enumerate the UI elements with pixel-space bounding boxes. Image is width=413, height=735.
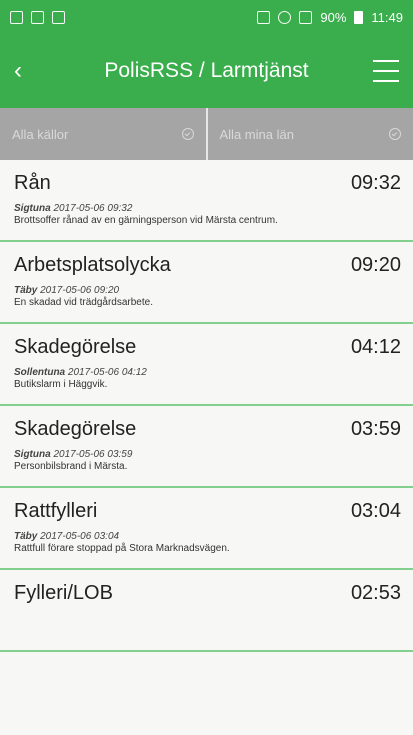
dropdown-circle-icon [181, 128, 194, 140]
event-description: Brottsoffer rånad av en gärningsperson v… [14, 215, 278, 226]
event-datetime: 2017-05-06 03:59 [53, 449, 133, 460]
nfc-icon [257, 10, 271, 24]
county-filter-label: Alla mina län [219, 126, 294, 142]
event-description: Personbilsbrand i Märsta. [14, 461, 128, 472]
event-time: 03:59 [350, 418, 401, 440]
filter-bar: Alla källor Alla mina län [0, 108, 413, 160]
image-icon [52, 10, 65, 24]
battery-icon [354, 10, 364, 24]
list-item[interactable]: Arbetsplatsolycka 09:20 Täby 2017-05-06 … [0, 242, 413, 324]
event-title: Rattfylleri [14, 500, 98, 522]
event-time: 02:53 [350, 582, 401, 604]
status-left-icons [10, 10, 65, 24]
event-time: 09:32 [350, 172, 401, 194]
event-location: Täby [14, 531, 38, 542]
status-bar: 90% 11:49 [0, 0, 413, 34]
battery-percent: 90% [320, 9, 347, 25]
dropdown-circle-icon [389, 128, 401, 140]
event-title: Skadegörelse [14, 336, 137, 358]
event-description: Rattfull förare stoppad på Stora Marknad… [14, 543, 230, 554]
event-datetime: 2017-05-06 09:32 [53, 203, 133, 214]
county-filter[interactable]: Alla mina län [205, 108, 413, 160]
clock: 11:49 [371, 9, 403, 25]
source-filter-label: Alla källor [12, 126, 69, 142]
status-right: 90% 11:49 [257, 10, 403, 25]
event-title: Fylleri/LOB [14, 582, 113, 604]
event-location: Sollentuna [14, 367, 66, 378]
event-title: Arbetsplatsolycka [14, 254, 171, 276]
page-title: PolisRSS / Larmtjänst [104, 59, 309, 82]
event-time: 03:04 [350, 500, 401, 522]
event-description: Butikslarm i Häggvik. [14, 379, 108, 390]
event-location: Täby [14, 285, 38, 296]
event-time: 04:12 [350, 336, 401, 358]
notification-icon [10, 10, 23, 24]
message-icon [31, 10, 44, 24]
back-arrow-icon[interactable]: ‹ [14, 59, 50, 83]
list-item[interactable]: Skadegörelse 03:59 Sigtuna 2017-05-06 03… [0, 406, 413, 488]
event-description: En skadad vid trädgårdsarbete. [14, 297, 153, 308]
hamburger-menu-icon[interactable] [363, 60, 399, 82]
event-title: Skadegörelse [14, 418, 137, 440]
signal-icon [299, 10, 313, 24]
app-bar: ‹ PolisRSS / Larmtjänst [0, 34, 413, 108]
list-item[interactable]: Fylleri/LOB 02:53 [0, 570, 413, 652]
list-item[interactable]: Skadegörelse 04:12 Sollentuna 2017-05-06… [0, 324, 413, 406]
list-item[interactable]: Rattfylleri 03:04 Täby 2017-05-06 03:04 … [0, 488, 413, 570]
event-datetime: 2017-05-06 03:04 [40, 531, 120, 542]
source-filter[interactable]: Alla källor [0, 108, 206, 160]
list-item[interactable]: Rån 09:32 Sigtuna 2017-05-06 09:32 Brott… [0, 160, 413, 242]
event-time: 09:20 [350, 254, 401, 276]
event-location: Sigtuna [14, 203, 51, 214]
event-datetime: 2017-05-06 09:20 [40, 285, 120, 296]
event-list: Rån 09:32 Sigtuna 2017-05-06 09:32 Brott… [0, 160, 413, 652]
event-datetime: 2017-05-06 04:12 [67, 367, 147, 378]
event-location: Sigtuna [14, 449, 51, 460]
event-title: Rån [14, 172, 51, 194]
wifi-icon [278, 10, 292, 24]
